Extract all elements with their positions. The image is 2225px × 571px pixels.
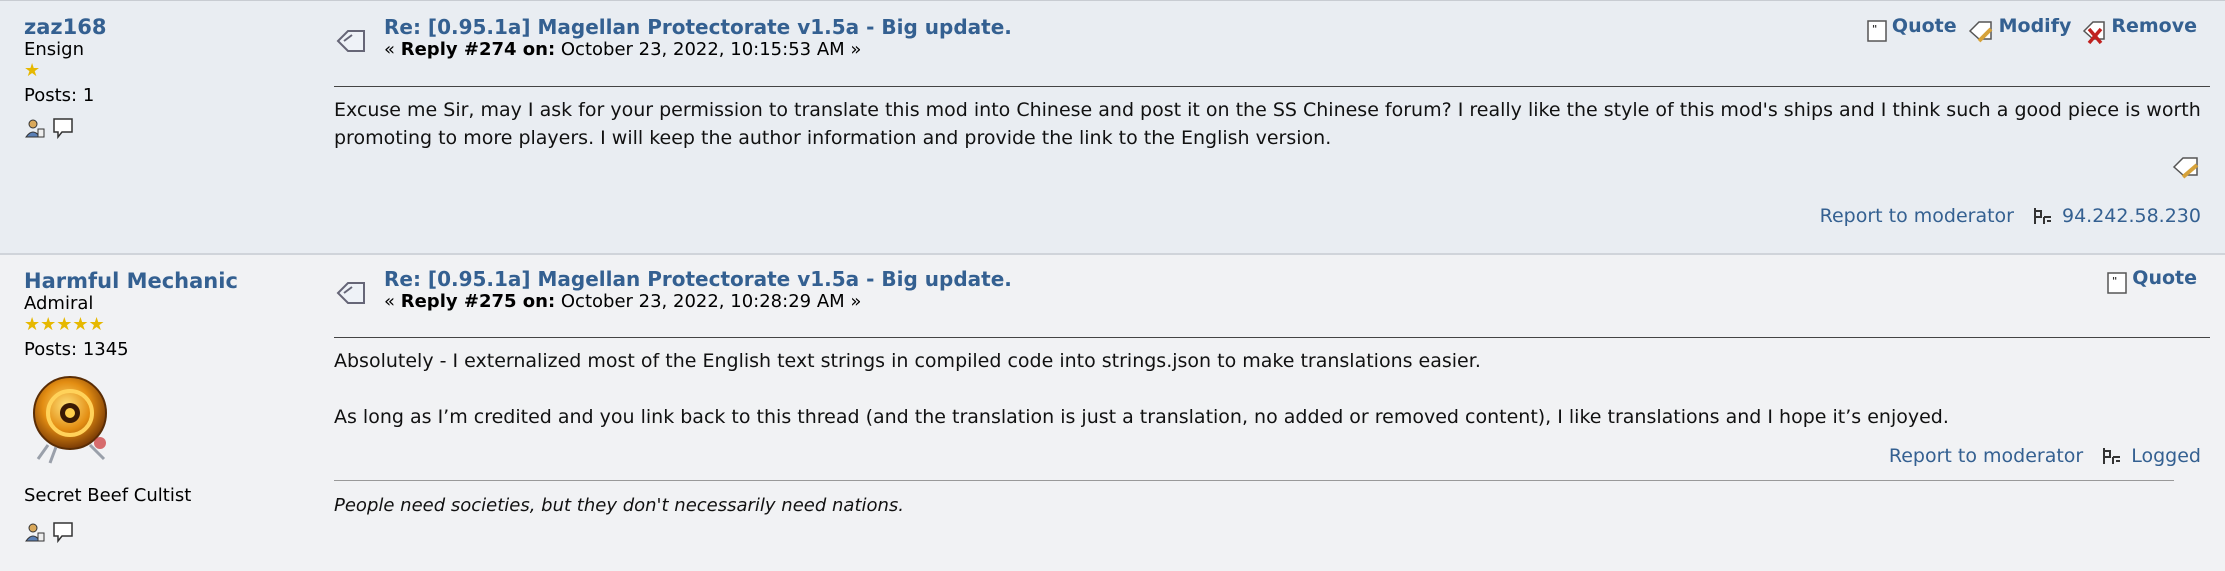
post-footer: Report to moderator Logged [1889,445,2201,467]
svg-text:": " [2112,276,2117,287]
modify-button[interactable]: Modify [1967,15,2072,45]
forum-post: Harmful Mechanic Admiral ★★★★★ Posts: 13… [0,253,2225,571]
poster-icons [24,117,74,139]
post-footer: Report to moderator 94.242.58.230 [1820,205,2201,227]
reply-prefix: « [384,291,401,312]
signature: People need societies, but they don't ne… [334,495,905,516]
poster-rank: Admiral [24,293,94,314]
quote-label: Quote [2132,267,2197,289]
header-divider [334,337,2210,338]
rank-stars: ★ [24,60,41,81]
quote-button[interactable]: " Quote [1866,15,1957,43]
post-paragraph: As long as I’m credited and you link bac… [334,406,1949,428]
logged-text: Logged [2131,445,2201,467]
poster-rank: Ensign [24,39,84,60]
report-to-moderator-link[interactable]: Report to moderator [1889,445,2083,467]
quote-label: Quote [1891,15,1957,37]
poster-info: Harmful Mechanic Admiral ★★★★★ Posts: 13… [24,269,304,361]
poster-info: zaz168 Ensign ★ Posts: 1 [24,15,304,107]
ip-address[interactable]: 94.242.58.230 [2032,205,2201,227]
remove-button[interactable]: Remove [2081,15,2197,45]
reply-number: Reply #275 on: [400,291,556,312]
reply-number: Reply #274 on: [400,39,556,60]
forum-post: zaz168 Ensign ★ Posts: 1 Re: [0.95.1a] M… [0,0,2225,253]
post-actions: " Quote [2106,267,2197,295]
profile-icon[interactable] [24,521,46,543]
svg-text:": " [1872,24,1877,35]
post-subject-link[interactable]: Re: [0.95.1a] Magellan Protectorate v1.5… [384,267,1012,291]
modify-label: Modify [1998,15,2072,37]
modify-icon [1968,21,1993,43]
ip-icon [2103,448,2121,464]
post-body: Absolutely - I externalized most of the … [334,347,2210,431]
post-icon [336,282,365,304]
logged-indicator: Logged [2101,445,2201,467]
reply-prefix: « [384,39,401,60]
signature-divider [334,480,2174,481]
poster-name[interactable]: zaz168 [24,15,304,39]
report-icon[interactable] [2171,155,2201,181]
post-paragraph: Absolutely - I externalized most of the … [334,350,1481,372]
reply-date: October 23, 2022, 10:28:29 AM » [555,291,862,312]
personal-message-icon[interactable] [52,521,74,543]
custom-title: Secret Beef Cultist [24,485,192,506]
post-actions: " Quote Modify Remove [1866,15,2197,45]
profile-icon[interactable] [24,117,46,139]
post-icon [336,30,365,52]
reply-info: « Reply #275 on: October 23, 2022, 10:28… [384,291,861,312]
ip-text: 94.242.58.230 [2061,205,2201,227]
poster-name[interactable]: Harmful Mechanic [24,269,304,293]
post-count: Posts: 1 [24,85,95,106]
remove-icon [2083,21,2106,45]
reply-info: « Reply #274 on: October 23, 2022, 10:15… [384,39,861,60]
quote-button[interactable]: " Quote [2106,267,2197,295]
quote-icon: " [2107,272,2128,294]
reply-date: October 23, 2022, 10:15:53 AM » [555,39,862,60]
header-divider [334,86,2210,87]
personal-message-icon[interactable] [52,117,74,139]
avatar[interactable] [28,373,120,465]
poster-icons [24,521,74,543]
post-count: Posts: 1345 [24,339,129,360]
remove-label: Remove [2111,15,2197,37]
report-to-moderator-link[interactable]: Report to moderator [1820,205,2014,227]
ip-icon [2033,208,2051,224]
quote-icon: " [1867,20,1887,42]
post-body: Excuse me Sir, may I ask for your permis… [334,99,2201,149]
post-subject-link[interactable]: Re: [0.95.1a] Magellan Protectorate v1.5… [384,15,1012,39]
rank-stars: ★★★★★ [24,314,105,335]
